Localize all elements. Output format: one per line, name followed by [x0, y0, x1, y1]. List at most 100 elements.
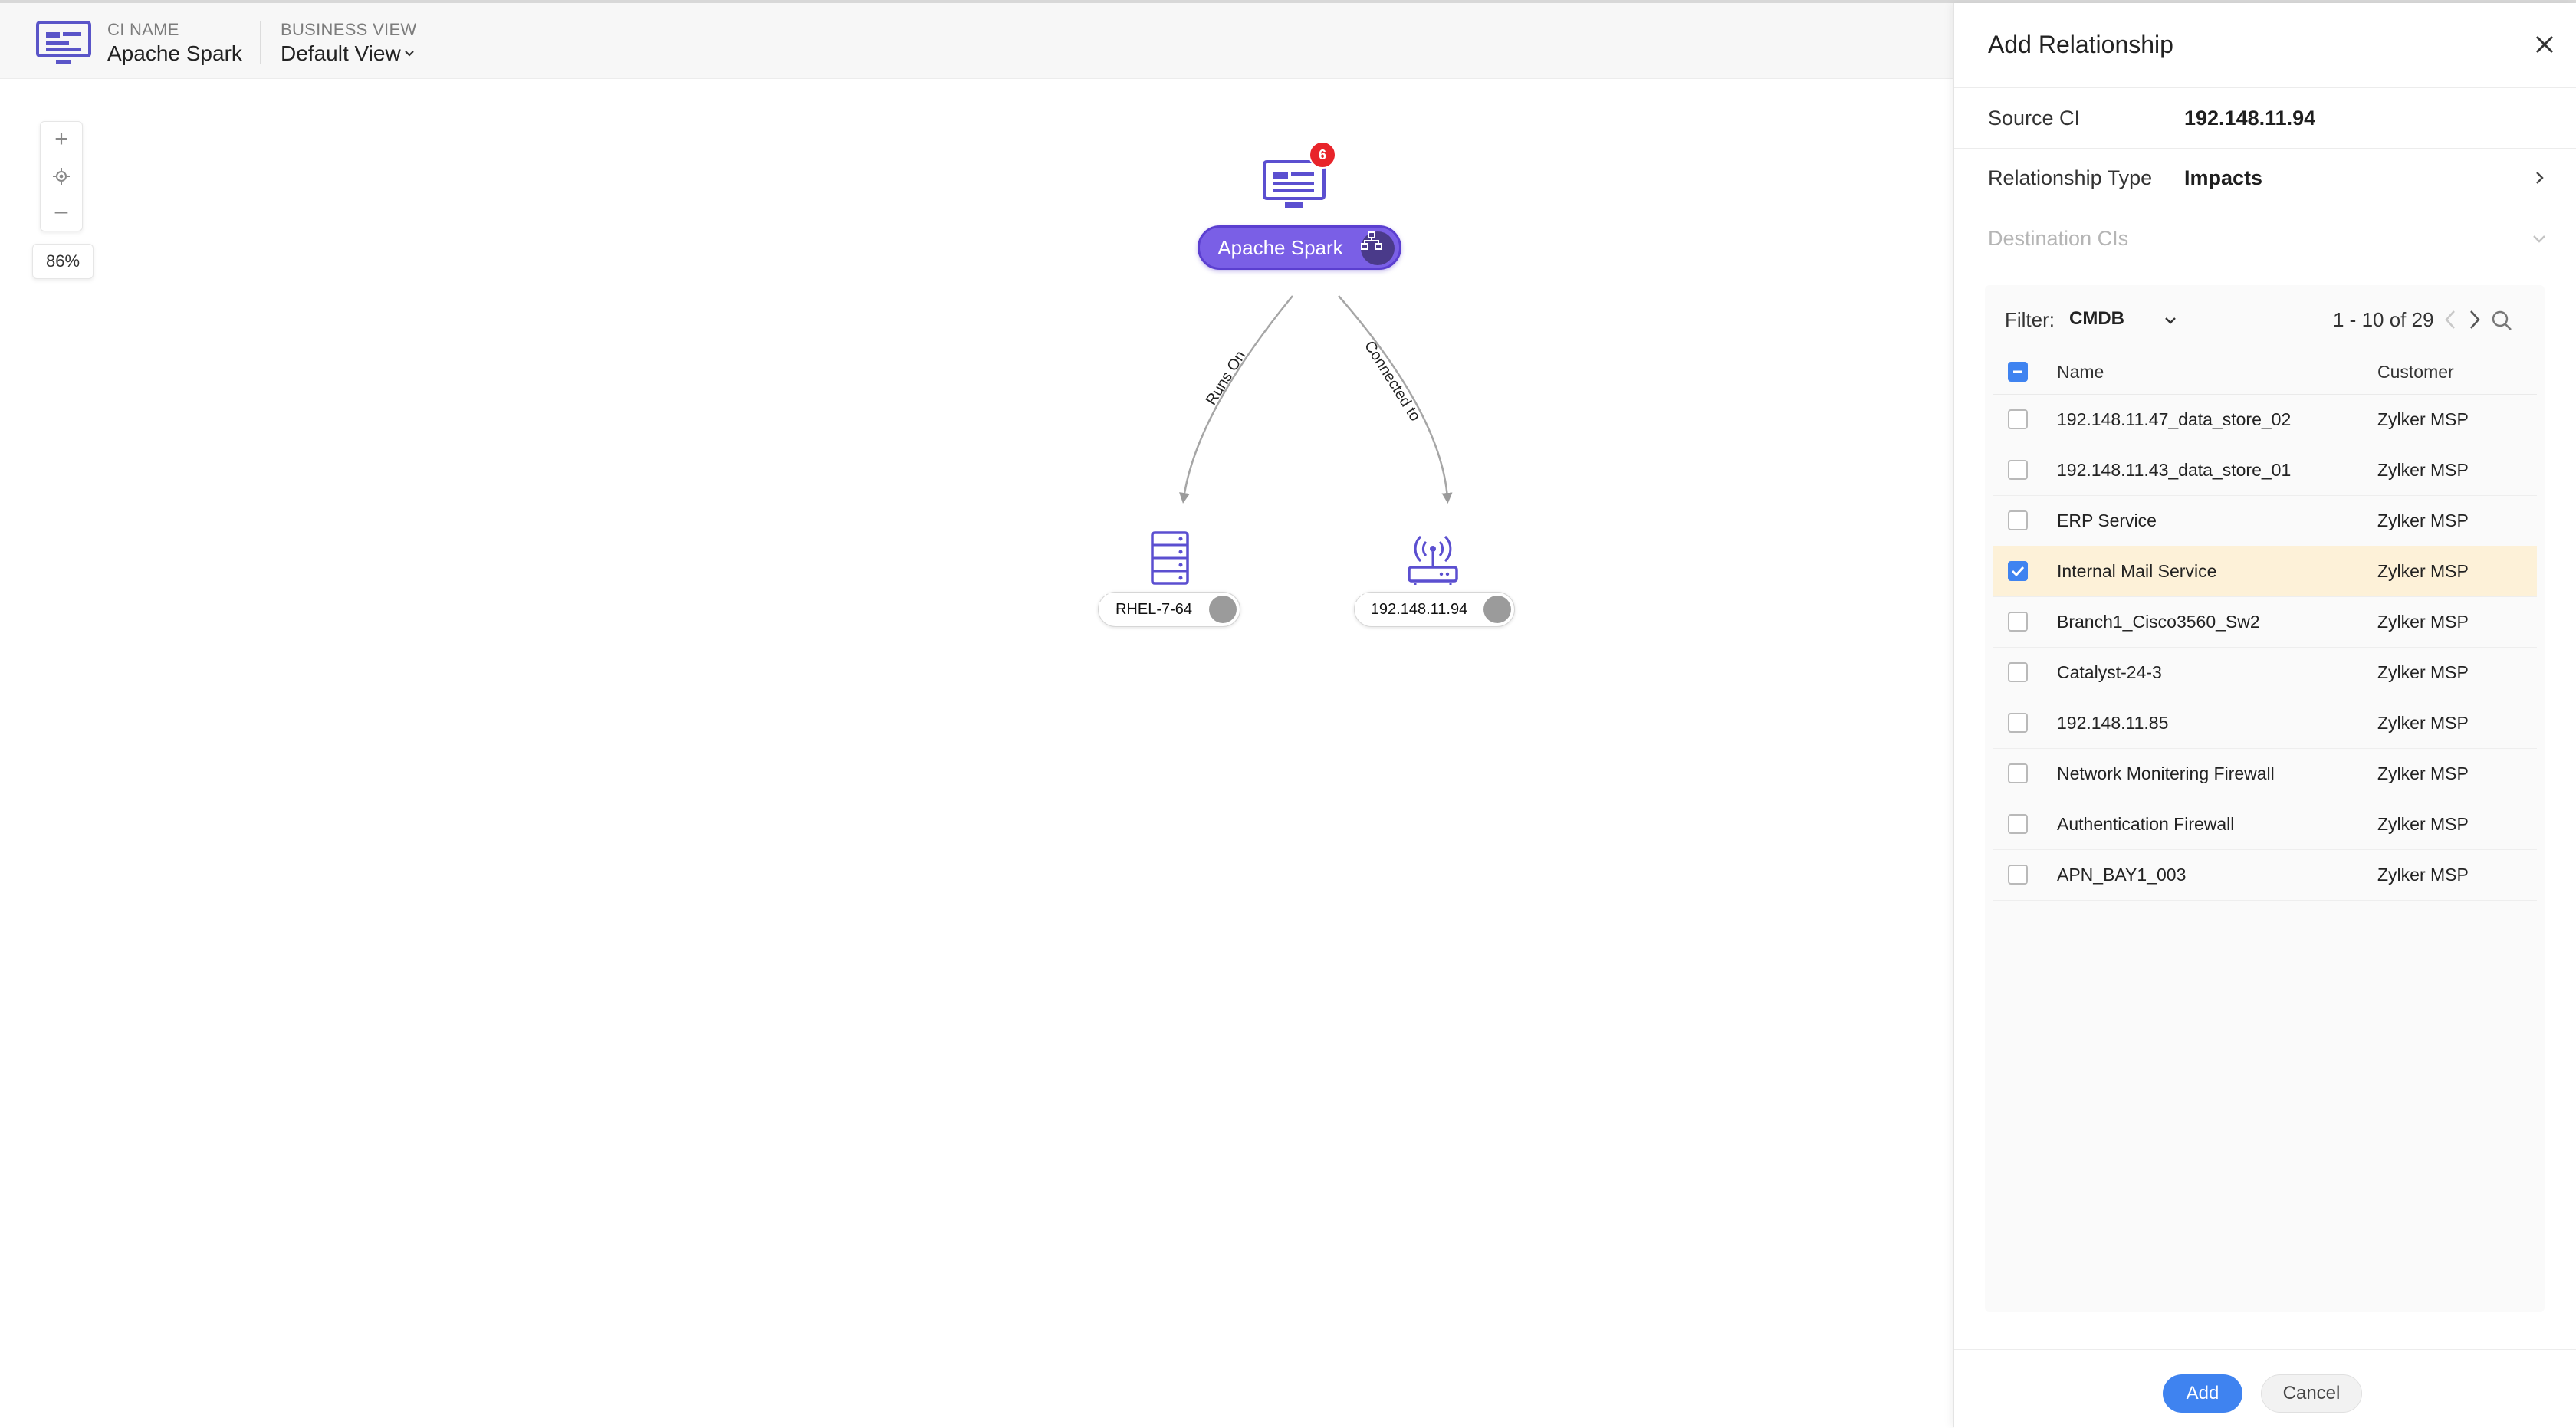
table-row[interactable]: ERP Service Zylker MSP — [1993, 495, 2537, 547]
notification-badge: 6 — [1309, 141, 1336, 169]
filter-value[interactable]: CMDB — [2069, 308, 2124, 330]
cell-customer: Zylker MSP — [2377, 865, 2469, 885]
edge-runs-on — [1179, 295, 1293, 504]
edge-label-runs-on: Runs On — [1202, 347, 1250, 409]
table-header: Name Customer — [1993, 350, 2537, 395]
table-row[interactable]: Branch1_Cisco3560_Sw2 Zylker MSP — [1993, 596, 2537, 648]
cell-customer: Zylker MSP — [2377, 510, 2469, 530]
cell-name: APN_BAY1_003 — [2057, 865, 2187, 885]
application-icon — [1263, 160, 1326, 208]
node-label: Apache Spark — [1217, 235, 1343, 259]
source-ci-label: Source CI — [1988, 107, 2081, 130]
zoom-level: 86% — [32, 244, 94, 279]
cancel-button[interactable]: Cancel — [2261, 1374, 2362, 1413]
zoom-control: + – — [40, 121, 83, 231]
chevron-down-icon[interactable] — [2163, 313, 2178, 328]
table-row[interactable]: 192.148.11.43_data_store_01 Zylker MSP — [1993, 445, 2537, 496]
topology-icon[interactable] — [1099, 593, 1237, 623]
cell-customer: Zylker MSP — [2377, 561, 2469, 581]
zoom-out-button[interactable]: – — [41, 194, 82, 229]
row-checkbox[interactable] — [2008, 763, 2028, 783]
relationship-map: 6 Apache Spark Runs On Connected to RHEL… — [0, 0, 1953, 1427]
table-row[interactable]: Authentication Firewall Zylker MSP — [1993, 799, 2537, 850]
cell-customer: Zylker MSP — [2377, 460, 2469, 480]
recenter-button[interactable] — [41, 159, 82, 194]
row-checkbox[interactable] — [2008, 612, 2028, 632]
header-divider — [260, 21, 261, 64]
node-root[interactable]: Apache Spark — [1198, 225, 1401, 270]
destination-cis-label: Destination CIs — [1988, 227, 2129, 250]
zoom-in-button[interactable]: + — [41, 122, 82, 157]
relationship-type-value: Impacts — [2184, 166, 2263, 189]
cell-name: Authentication Firewall — [2057, 814, 2235, 834]
application-ci-icon — [36, 21, 91, 64]
table-row[interactable]: Network Monitering Firewall Zylker MSP — [1993, 748, 2537, 799]
cell-name: Internal Mail Service — [2057, 561, 2217, 581]
previous-page-icon[interactable] — [2442, 308, 2459, 331]
cell-name: ERP Service — [2057, 510, 2157, 530]
row-checkbox[interactable] — [2008, 814, 2028, 834]
ci-name-value: Apache Spark — [107, 41, 242, 65]
column-customer: Customer — [2377, 362, 2454, 382]
edge-label-connected-to: Connected to — [1361, 337, 1424, 425]
search-icon[interactable] — [2491, 310, 2512, 331]
cell-name: 192.148.11.47_data_store_02 — [2057, 409, 2292, 429]
close-icon[interactable] — [2534, 34, 2555, 55]
row-checkbox[interactable] — [2008, 561, 2028, 581]
graph-edges — [1179, 295, 1453, 504]
table-row[interactable]: Catalyst-24-3 Zylker MSP — [1993, 647, 2537, 698]
table-row[interactable]: 192.148.11.47_data_store_02 Zylker MSP — [1993, 394, 2537, 445]
cell-name: Catalyst-24-3 — [2057, 662, 2162, 682]
cell-name: 192.148.11.85 — [2057, 713, 2169, 733]
row-checkbox[interactable] — [2008, 713, 2028, 733]
table-row[interactable]: Internal Mail Service Zylker MSP — [1993, 546, 2537, 597]
chevron-down-icon — [2533, 235, 2545, 243]
chevron-down-icon[interactable] — [403, 48, 416, 60]
cell-customer: Zylker MSP — [2377, 713, 2469, 733]
server-icon — [1151, 531, 1189, 585]
filter-label: Filter: — [2005, 308, 2055, 331]
crosshair-icon — [53, 168, 70, 185]
checkmark-icon — [2011, 566, 2025, 577]
row-checkbox[interactable] — [2008, 662, 2028, 682]
chevron-right-icon — [2536, 172, 2544, 184]
router-icon — [1408, 535, 1458, 585]
column-name: Name — [2057, 362, 2104, 382]
cell-customer: Zylker MSP — [2377, 612, 2469, 632]
panel-footer: Add Cancel — [1954, 1349, 2576, 1428]
node-ip[interactable]: 192.148.11.94 — [1354, 592, 1515, 627]
table-row[interactable]: 192.148.11.85 Zylker MSP — [1993, 698, 2537, 749]
cell-customer: Zylker MSP — [2377, 662, 2469, 682]
page-header: CI NAME Apache Spark BUSINESS VIEW Defau… — [0, 3, 1953, 79]
node-label: 192.148.11.94 — [1370, 600, 1468, 618]
business-view-dropdown[interactable]: Default View — [281, 41, 401, 66]
panel-title: Add Relationship — [1988, 31, 2174, 58]
row-checkbox[interactable] — [2008, 865, 2028, 885]
cell-name: 192.148.11.43_data_store_01 — [2057, 460, 2292, 480]
add-button[interactable]: Add — [2163, 1374, 2242, 1413]
cell-customer: Zylker MSP — [2377, 763, 2469, 783]
next-page-icon[interactable] — [2466, 308, 2483, 331]
cell-name: Network Monitering Firewall — [2057, 763, 2275, 783]
edge-connected-to — [1338, 295, 1453, 504]
relationship-type-label: Relationship Type — [1988, 166, 2153, 189]
row-checkbox[interactable] — [2008, 510, 2028, 530]
row-checkbox[interactable] — [2008, 460, 2028, 480]
topology-icon[interactable] — [1355, 593, 1511, 623]
relationship-type-row[interactable]: Relationship Type Impacts — [1954, 148, 2576, 208]
table-row[interactable]: APN_BAY1_003 Zylker MSP — [1993, 849, 2537, 901]
destination-cis-row[interactable]: Destination CIs — [1954, 208, 2576, 268]
cell-customer: Zylker MSP — [2377, 814, 2469, 834]
source-ci-row: Source CI 192.148.11.94 — [1954, 87, 2576, 149]
business-view-label: BUSINESS VIEW — [281, 20, 417, 39]
source-ci-value: 192.148.11.94 — [2184, 107, 2316, 130]
topology-icon[interactable] — [1361, 231, 1395, 265]
select-all-checkbox[interactable] — [2008, 362, 2028, 382]
row-checkbox[interactable] — [2008, 409, 2028, 429]
add-relationship-panel: Add Relationship Source CI 192.148.11.94… — [1953, 3, 2576, 1428]
node-rhel[interactable]: RHEL-7-64 — [1098, 592, 1240, 627]
pagination-info: 1 - 10 of 29 — [2333, 308, 2434, 331]
cell-name: Branch1_Cisco3560_Sw2 — [2057, 612, 2260, 632]
cell-customer: Zylker MSP — [2377, 409, 2469, 429]
minus-icon — [2013, 370, 2022, 373]
